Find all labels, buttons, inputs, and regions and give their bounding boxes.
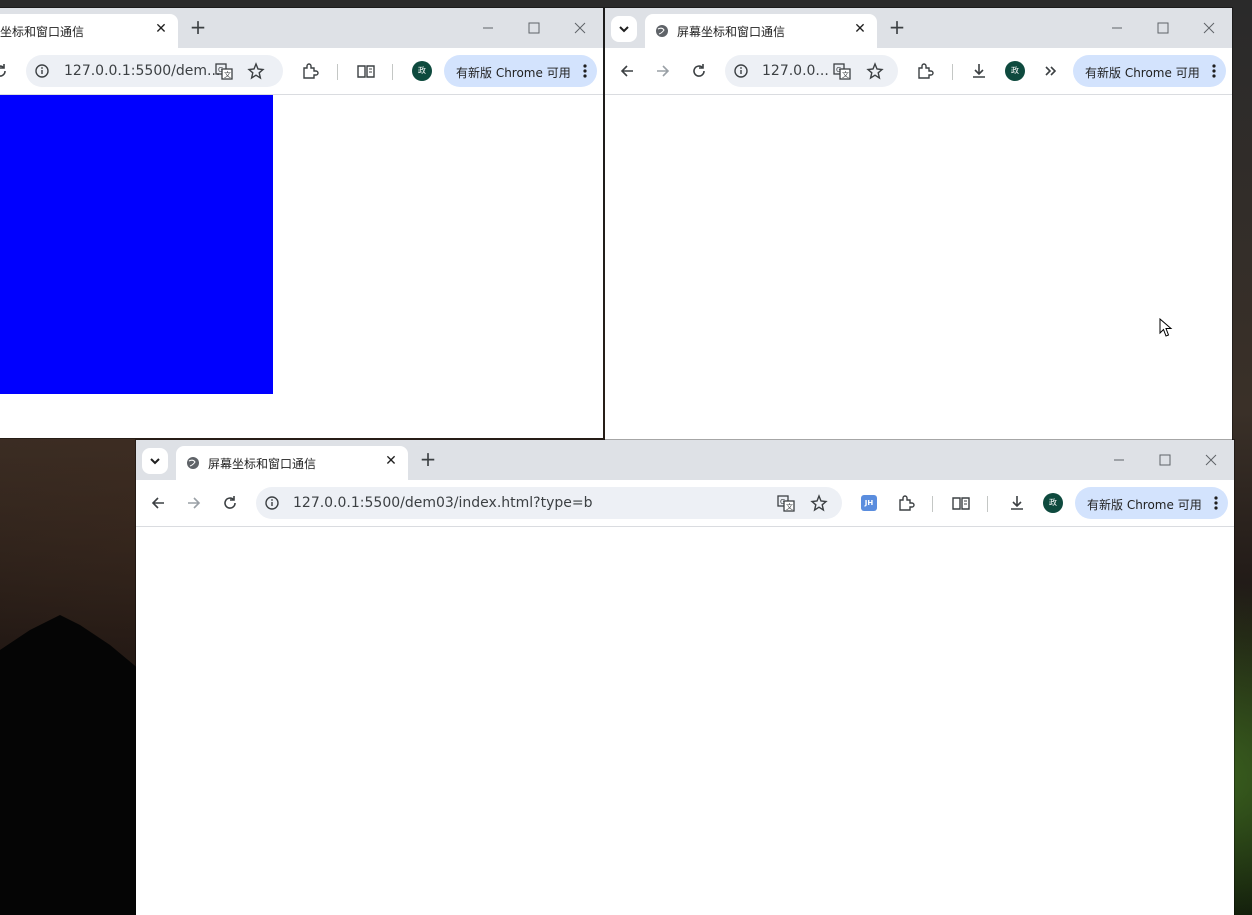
bookmark-star-icon[interactable] bbox=[863, 59, 887, 83]
download-icon[interactable] bbox=[967, 59, 991, 83]
tab-title: 坐标和窗口通信 bbox=[0, 25, 85, 39]
overflow-chevron-icon[interactable] bbox=[1039, 59, 1063, 83]
toolbar: 127.0.0.1:5500/dem03/index.html?type=b G… bbox=[136, 480, 1234, 527]
tab-title: 屏幕坐标和窗口通信 bbox=[208, 457, 317, 471]
minimize-icon[interactable] bbox=[478, 18, 498, 38]
globe-icon bbox=[187, 457, 199, 469]
chrome-update-button[interactable]: 有新版 Chrome 可用 bbox=[1073, 55, 1226, 87]
extensions-icon[interactable] bbox=[894, 491, 918, 515]
svg-text:文: 文 bbox=[842, 70, 849, 79]
blue-box[interactable] bbox=[0, 95, 273, 394]
update-label: 有新版 Chrome 可用 bbox=[1087, 498, 1202, 512]
maximize-icon[interactable] bbox=[524, 18, 544, 38]
browser-window-c: 屏幕坐标和窗口通信 ✕ + 127.0.0... G文 政 有新版 Chrome… bbox=[605, 8, 1232, 440]
translate-icon[interactable]: G文 bbox=[212, 59, 236, 83]
more-menu-icon[interactable] bbox=[1214, 495, 1218, 511]
new-tab-button[interactable]: + bbox=[885, 16, 909, 40]
svg-text:文: 文 bbox=[786, 502, 793, 511]
close-window-icon[interactable] bbox=[570, 18, 590, 38]
tab-title: 屏幕坐标和窗口通信 bbox=[677, 25, 786, 39]
page-content bbox=[605, 95, 1232, 440]
toolbar-separator bbox=[392, 64, 393, 80]
toolbar: 127.0.0... G文 政 有新版 Chrome 可用 bbox=[605, 48, 1232, 95]
title-bar: 屏幕坐标和窗口通信 ✕ + bbox=[136, 440, 1234, 480]
title-bar: 坐标和窗口通信 ✕ + bbox=[0, 8, 603, 48]
site-info-icon[interactable] bbox=[729, 59, 753, 83]
toolbar: 127.0.0.1:5500/dem... G文 政 有新版 Chrome 可用 bbox=[0, 48, 603, 95]
extensions-icon[interactable] bbox=[913, 59, 937, 83]
update-label: 有新版 Chrome 可用 bbox=[1085, 66, 1200, 80]
url-text[interactable]: 127.0.0.1:5500/dem... bbox=[64, 63, 220, 79]
reload-icon[interactable] bbox=[0, 59, 12, 83]
reload-icon[interactable] bbox=[687, 59, 711, 83]
profile-avatar[interactable]: 政 bbox=[1005, 61, 1025, 81]
reading-mode-icon[interactable] bbox=[949, 491, 973, 515]
address-bar[interactable]: 127.0.0.1:5500/dem... G文 bbox=[26, 55, 283, 87]
update-label: 有新版 Chrome 可用 bbox=[456, 66, 571, 80]
minimize-icon[interactable] bbox=[1109, 450, 1129, 470]
close-window-icon[interactable] bbox=[1201, 450, 1221, 470]
back-icon[interactable] bbox=[615, 59, 639, 83]
address-bar[interactable]: 127.0.0... G文 bbox=[725, 55, 898, 87]
translate-icon[interactable]: G文 bbox=[774, 491, 798, 515]
browser-window-b: 屏幕坐标和窗口通信 ✕ + 127.0.0.1:5500/dem03/index… bbox=[136, 440, 1234, 915]
forward-icon[interactable] bbox=[651, 59, 675, 83]
extensions-icon[interactable] bbox=[298, 59, 322, 83]
download-icon[interactable] bbox=[1005, 491, 1029, 515]
more-menu-icon[interactable] bbox=[583, 63, 587, 79]
globe-icon bbox=[656, 25, 668, 37]
title-bar: 屏幕坐标和窗口通信 ✕ + bbox=[605, 8, 1232, 48]
url-text[interactable]: 127.0.0.1:5500/dem03/index.html?type=b bbox=[293, 495, 593, 511]
address-bar[interactable]: 127.0.0.1:5500/dem03/index.html?type=b G… bbox=[256, 487, 842, 519]
url-text[interactable]: 127.0.0... bbox=[762, 63, 829, 79]
maximize-icon[interactable] bbox=[1153, 18, 1173, 38]
site-info-icon[interactable] bbox=[30, 59, 54, 83]
maximize-icon[interactable] bbox=[1155, 450, 1175, 470]
toolbar-separator bbox=[932, 496, 933, 512]
bookmark-star-icon[interactable] bbox=[807, 491, 831, 515]
toolbar-separator bbox=[952, 64, 953, 80]
site-info-icon[interactable] bbox=[260, 491, 284, 515]
svg-text:文: 文 bbox=[224, 70, 231, 79]
tab-close-icon[interactable]: ✕ bbox=[382, 452, 400, 470]
tab-close-icon[interactable]: ✕ bbox=[851, 20, 869, 38]
translate-icon[interactable]: G文 bbox=[830, 59, 854, 83]
more-menu-icon[interactable] bbox=[1212, 63, 1216, 79]
new-tab-button[interactable]: + bbox=[416, 448, 440, 472]
active-tab[interactable]: 屏幕坐标和窗口通信 ✕ bbox=[176, 446, 408, 480]
mouse-cursor-icon bbox=[1159, 318, 1173, 337]
chrome-update-button[interactable]: 有新版 Chrome 可用 bbox=[444, 55, 597, 87]
reading-mode-icon[interactable] bbox=[354, 59, 378, 83]
browser-window-a: 坐标和窗口通信 ✕ + 127.0.0.1:5500/dem... G文 政 有… bbox=[0, 8, 603, 438]
minimize-icon[interactable] bbox=[1107, 18, 1127, 38]
tab-search-button[interactable] bbox=[142, 448, 168, 474]
new-tab-button[interactable]: + bbox=[186, 16, 210, 40]
tab-close-icon[interactable]: ✕ bbox=[152, 20, 170, 38]
page-content bbox=[0, 95, 603, 438]
back-icon[interactable] bbox=[146, 491, 170, 515]
active-tab[interactable]: 坐标和窗口通信 ✕ bbox=[0, 14, 178, 48]
profile-avatar[interactable]: 政 bbox=[1043, 493, 1063, 513]
forward-icon[interactable] bbox=[182, 491, 206, 515]
active-tab[interactable]: 屏幕坐标和窗口通信 ✕ bbox=[645, 14, 877, 48]
chrome-update-button[interactable]: 有新版 Chrome 可用 bbox=[1075, 487, 1228, 519]
toolbar-separator bbox=[337, 64, 338, 80]
close-window-icon[interactable] bbox=[1199, 18, 1219, 38]
jh-extension-icon[interactable]: JH bbox=[861, 495, 877, 511]
page-content bbox=[136, 527, 1234, 915]
profile-avatar[interactable]: 政 bbox=[412, 61, 432, 81]
bookmark-star-icon[interactable] bbox=[244, 59, 268, 83]
toolbar-separator bbox=[987, 496, 988, 512]
reload-icon[interactable] bbox=[218, 491, 242, 515]
tab-search-button[interactable] bbox=[611, 16, 637, 42]
